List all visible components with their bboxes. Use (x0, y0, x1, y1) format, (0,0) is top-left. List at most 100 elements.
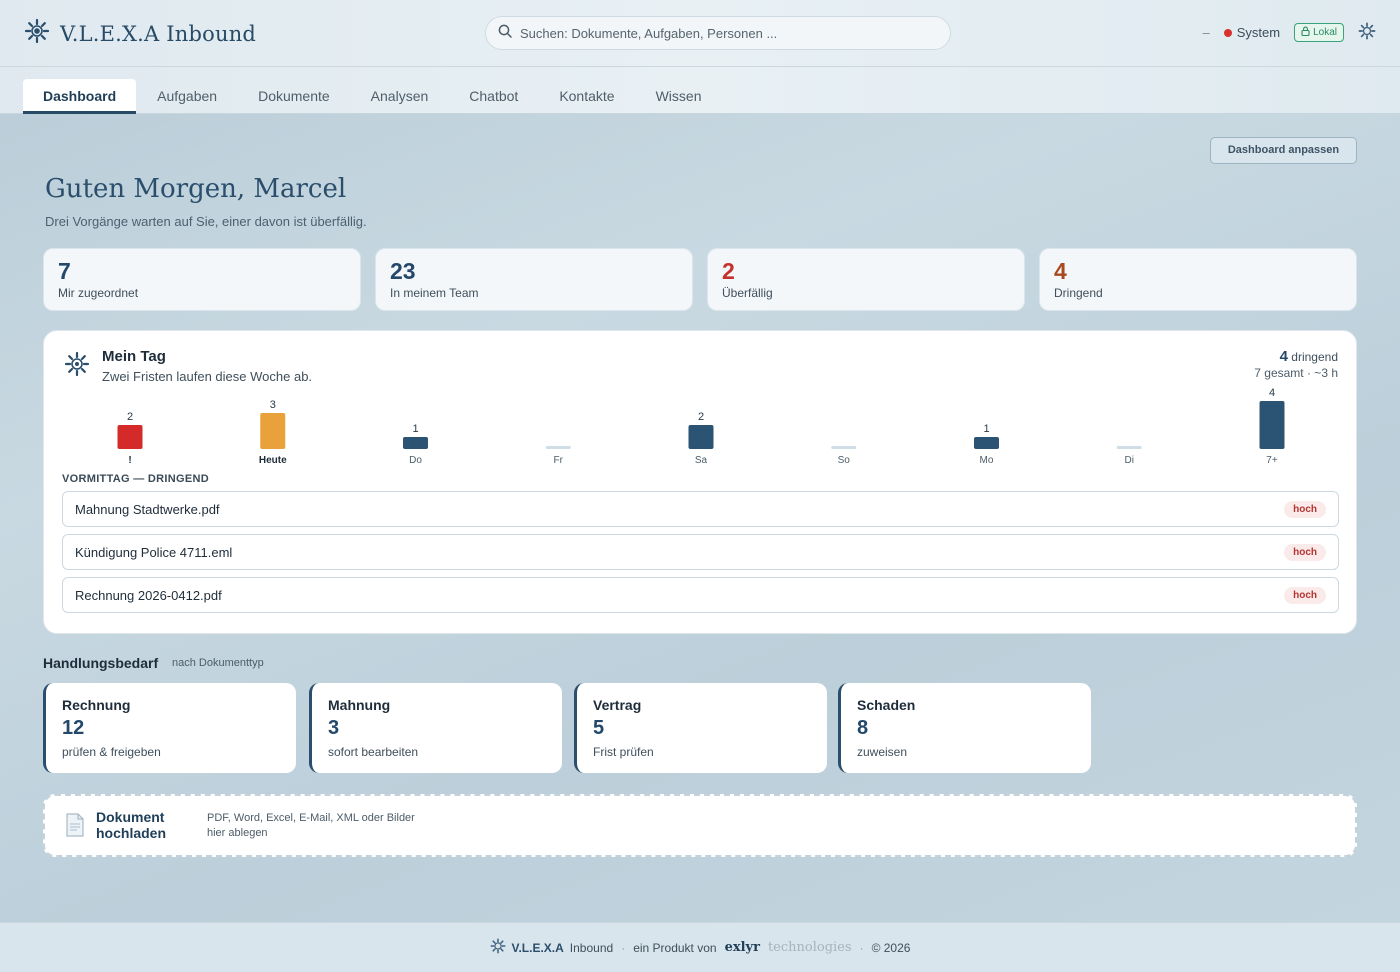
chart-bar-9[interactable] (1259, 401, 1285, 449)
tab-dokumente[interactable]: Dokumente (238, 79, 350, 114)
task-row[interactable]: Rechnung 2026-0412.pdf hoch (62, 577, 1339, 613)
page-title: Guten Morgen, Marcel (45, 174, 347, 204)
footer-separator: · (621, 940, 626, 955)
chart-value-label: 2 (127, 411, 133, 423)
tab-dashboard[interactable]: Dashboard (23, 79, 137, 114)
chart-bar-2[interactable] (260, 413, 286, 449)
search-icon (498, 24, 512, 43)
day-bar-chart: 2! 3 Heute 1 Do Fr 2 Sa So 1 Mo Di 4 7+ (117, 387, 1285, 466)
card-action: prüfen & freigeben (62, 745, 161, 759)
kpi-value: 4 (1054, 258, 1067, 284)
kpi-card-team[interactable]: 23 In meinem Team (375, 248, 693, 311)
card-value: 12 (62, 717, 85, 739)
tab-wissen[interactable]: Wissen (636, 79, 722, 114)
card-title: Schaden (857, 697, 916, 713)
priority-badge: hoch (1284, 500, 1326, 518)
doc-type-card-rechnung[interactable]: Rechnung 12 prüfen & freigeben (43, 683, 296, 773)
footer: V.L.E.X.A Inbound · ein Produkt von exly… (0, 922, 1400, 972)
task-name: Mahnung Stadtwerke.pdf (75, 501, 220, 517)
chart-category-label: Mo (980, 455, 994, 466)
tab-chatbot[interactable]: Chatbot (449, 79, 538, 114)
chart-category-label: Fr (554, 455, 564, 466)
chart-bar-1[interactable] (117, 425, 143, 449)
kpi-label: In meinem Team (390, 286, 479, 300)
kpi-label: Überfällig (722, 286, 773, 300)
chart-value-label: 3 (270, 399, 276, 411)
card-value: 3 (328, 717, 340, 739)
footer-logo-icon (490, 938, 506, 957)
kpi-card-urgent[interactable]: 4 Dringend (1039, 248, 1357, 311)
card-action: Frist prüfen (593, 745, 654, 759)
footer-brand: V.L.E.X.A Inbound (490, 938, 614, 957)
search-bar[interactable] (485, 16, 951, 50)
task-name: Kündigung Police 4711.eml (75, 544, 233, 560)
kpi-card-assigned[interactable]: 7 Mir zugeordnet (43, 248, 361, 311)
footer-product-of: ein Produkt von (633, 940, 717, 955)
kpi-value: 7 (58, 258, 71, 284)
lock-icon (1301, 26, 1310, 39)
tab-kontakte[interactable]: Kontakte (539, 79, 634, 114)
chart-bar-7[interactable] (974, 437, 999, 449)
kpi-value: 2 (722, 258, 735, 284)
chart-value-label: 1 (412, 423, 418, 435)
my-day-panel: Mein Tag Zwei Fristen laufen diese Woche… (43, 330, 1357, 634)
priority-badge: hoch (1284, 543, 1326, 561)
chart-bar-6[interactable] (831, 446, 857, 449)
card-value: 5 (593, 717, 605, 739)
needs-title: Handlungsbedarf (43, 655, 159, 671)
chart-value-label: 2 (698, 411, 704, 423)
company-logo-text[interactable]: exlyr (725, 940, 760, 955)
chart-value-label: 4 (1269, 387, 1275, 399)
app-title: V.L.E.X.A Inbound (60, 21, 257, 46)
chart-bar-8[interactable] (1116, 446, 1142, 449)
page-subtitle: Drei Vorgänge warten auf Sie, einer davo… (45, 214, 367, 229)
upload-title: Dokument hochladen (96, 809, 167, 841)
document-icon (65, 813, 85, 842)
search-input[interactable] (520, 25, 940, 41)
chart-bar-5[interactable] (688, 425, 714, 449)
card-action: sofort bearbeiten (328, 745, 419, 759)
doc-type-card-mahnung[interactable]: Mahnung 3 sofort bearbeiten (309, 683, 562, 773)
tab-aufgaben[interactable]: Aufgaben (137, 79, 237, 114)
doc-type-card-vertrag[interactable]: Vertrag 5 Frist prüfen (574, 683, 827, 773)
kpi-label: Dringend (1054, 286, 1103, 300)
brand[interactable]: V.L.E.X.A Inbound (24, 18, 256, 49)
chart-category-label: Heute (259, 455, 287, 466)
status-area: – System Lokal (1203, 22, 1376, 43)
task-row[interactable]: Mahnung Stadtwerke.pdf hoch (62, 491, 1339, 527)
card-title: Rechnung (62, 697, 131, 713)
top-bar: V.L.E.X.A Inbound – System Lokal (0, 0, 1400, 114)
task-row[interactable]: Kündigung Police 4711.eml hoch (62, 534, 1339, 570)
card-title: Vertrag (593, 697, 642, 713)
settings-logo-icon[interactable] (1358, 22, 1376, 43)
header-divider (0, 66, 1400, 67)
task-name: Rechnung 2026-0412.pdf (75, 587, 222, 603)
main-tabs: Dashboard Aufgaben Dokumente Analysen Ch… (23, 79, 722, 114)
chart-category-label: 7+ (1266, 455, 1278, 466)
needs-subtitle: nach Dokumenttyp (172, 657, 264, 669)
chart-category-label: Di (1125, 455, 1134, 466)
chart-bar-4[interactable] (545, 446, 571, 449)
upload-dropzone[interactable]: Dokument hochladen PDF, Word, Excel, E-M… (43, 794, 1357, 857)
logo-icon (24, 18, 50, 49)
doc-type-card-schaden[interactable]: Schaden 8 zuweisen (838, 683, 1091, 773)
footer-brand-suffix: Inbound (569, 940, 614, 955)
priority-badge: hoch (1284, 586, 1326, 604)
chart-bar-3[interactable] (403, 437, 428, 449)
chart-category-label: So (838, 455, 851, 466)
system-status[interactable]: System (1223, 25, 1281, 40)
company-logo-suffix: technologies (767, 940, 852, 955)
kpi-value: 23 (390, 258, 416, 284)
kpi-card-overdue[interactable]: 2 Überfällig (707, 248, 1025, 311)
section-label: VORMITTAG — DRINGEND (62, 473, 209, 485)
local-badge-label: Lokal (1313, 27, 1337, 38)
customize-dashboard-button[interactable]: Dashboard anpassen (1210, 137, 1357, 164)
status-dash: – (1202, 25, 1210, 40)
upload-description: PDF, Word, Excel, E-Mail, XML oder Bilde… (207, 812, 415, 839)
tab-analysen[interactable]: Analysen (351, 79, 449, 114)
local-badge[interactable]: Lokal (1294, 23, 1344, 42)
chart-category-label: ! (128, 455, 131, 466)
card-value: 8 (857, 717, 869, 739)
system-status-label: System (1236, 25, 1281, 40)
chart-category-label: Do (409, 455, 422, 466)
